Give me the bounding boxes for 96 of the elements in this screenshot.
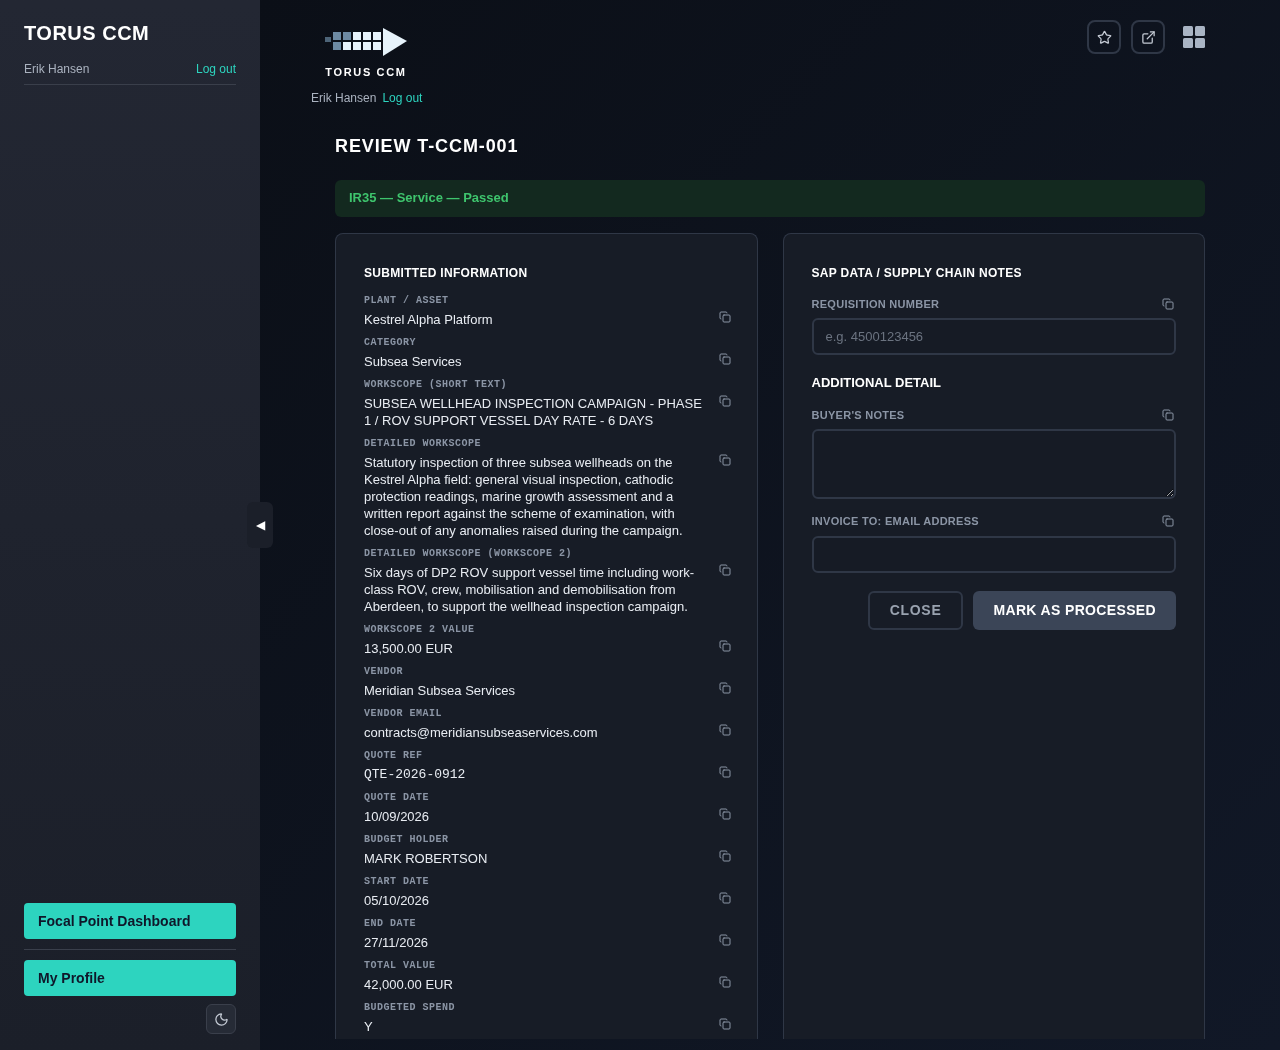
copy-button[interactable]: [716, 973, 733, 990]
field-label: BUDGETED SPEND: [364, 1001, 456, 1014]
field-value: Subsea Services: [364, 352, 463, 370]
page-title: REVIEW T-CCM-001: [335, 134, 520, 158]
copy-icon: [718, 639, 731, 652]
copy-button[interactable]: [716, 931, 733, 948]
field-label: BUDGET HOLDER: [364, 833, 450, 846]
copy-button[interactable]: [716, 679, 733, 696]
nav-button[interactable]: My Profile: [24, 960, 236, 996]
field-label: WORKSCOPE 2 VALUE: [364, 623, 476, 636]
open-external-button[interactable]: [1131, 20, 1165, 54]
copy-button[interactable]: [716, 451, 733, 468]
copy-button[interactable]: [716, 763, 733, 780]
field-value: 10/09/2026: [364, 807, 431, 825]
user-name: Erik Hansen: [311, 89, 377, 107]
field-label: VENDOR: [364, 665, 404, 678]
copy-icon: [718, 975, 731, 988]
field-label: QUOTE DATE: [364, 791, 430, 804]
copy-icon: [718, 891, 731, 904]
mark-processed-button[interactable]: MARK AS PROCESSED: [973, 590, 1176, 630]
field-value: SUBSEA WELLHEAD INSPECTION CAMPAIGN - PHASE 1 / ROV SUPPORT VESSEL DAY RATE - 6 DAYS: [364, 394, 703, 429]
theme-toggle-button[interactable]: [206, 1004, 236, 1034]
field-label: CATEGORY: [364, 336, 417, 349]
section-heading: ADDITIONAL DETAIL: [811, 374, 942, 392]
apps-grid-icon[interactable]: [1183, 26, 1205, 48]
copy-icon: [718, 681, 731, 694]
field-value: MARK ROBERTSON: [364, 849, 489, 867]
copy-icon: [1162, 297, 1174, 310]
copy-icon: [718, 1017, 731, 1030]
collapse-tab[interactable]: ◀: [247, 502, 273, 548]
card-heading: SUBMITTED INFORMATION: [364, 264, 529, 282]
copy-icon: [718, 723, 731, 736]
copy-button[interactable]: [716, 308, 733, 325]
copy-button[interactable]: [716, 889, 733, 906]
external-link-icon: [1140, 29, 1156, 45]
field-value: Statutory inspection of three subsea wellheads on the Kestrel Alpha field: general visual inspection, cathodic protection readings, marine growth assessment and a written report against the scheme of examination, with close-out of any anomalies raised during the campaign.: [364, 453, 684, 539]
field-label: TOTAL VALUE: [364, 959, 437, 972]
copy-icon: [718, 933, 731, 946]
field-value: 13,500.00 EUR: [364, 639, 454, 657]
copy-icon: [718, 310, 731, 323]
copy-icon: [718, 765, 731, 778]
field-label: END DATE: [364, 917, 417, 930]
logout-link[interactable]: Log out: [195, 60, 236, 78]
logo-text: TORUS CCM: [325, 65, 407, 80]
copy-button[interactable]: [1160, 406, 1176, 423]
field-value: contracts@meridiansubseaservices.com: [364, 723, 599, 741]
notes-field[interactable]: [811, 429, 1176, 499]
field-label: PLANT / ASSET: [364, 294, 450, 307]
card-heading: SAP DATA / SUPPLY CHAIN NOTES: [811, 264, 1023, 282]
field-label: DETAILED WORKSCOPE (WORKSCOPE 2): [364, 547, 574, 560]
field-label: QUOTE REF: [364, 749, 424, 762]
field-value: 27/11/2026: [364, 933, 430, 951]
copy-icon: [718, 807, 731, 820]
logout-link[interactable]: Log out: [382, 88, 423, 107]
field-label: DETAILED WORKSCOPE: [364, 437, 483, 450]
copy-icon: [1162, 515, 1174, 528]
copy-icon: [718, 563, 731, 576]
logo-arrow-icon: [325, 28, 407, 58]
input-field[interactable]: e.g. 4500123456: [811, 318, 1176, 355]
favorite-button[interactable]: [1087, 20, 1121, 54]
copy-button[interactable]: [716, 805, 733, 822]
copy-icon: [718, 453, 731, 466]
field-value: 42,000.00 EUR: [364, 975, 454, 993]
copy-button[interactable]: [716, 561, 733, 578]
field-value: QTE-2026-0912: [364, 765, 467, 783]
copy-button[interactable]: [716, 1015, 733, 1032]
field-value: 05/10/2026: [364, 891, 431, 909]
field-value: Kestrel Alpha Platform: [364, 310, 494, 328]
status-banner: IR35 — Service — Passed: [335, 179, 1205, 217]
field-label: INVOICE TO: EMAIL ADDRESS: [811, 514, 979, 529]
field-label: VENDOR EMAIL: [364, 707, 443, 720]
field-value: Six days of DP2 ROV support vessel time including work-class ROV, crew, mobilisation and demobilisation from Aberdeen, to support the wellhead inspection campaign.: [364, 563, 696, 615]
copy-icon: [718, 352, 731, 365]
close-button[interactable]: CLOSE: [867, 590, 964, 630]
copy-button[interactable]: [716, 350, 733, 367]
field-value: Y: [364, 1017, 374, 1035]
field-label: BUYER'S NOTES: [811, 407, 905, 423]
user-name: Erik Hansen: [24, 61, 90, 78]
copy-button[interactable]: [1160, 513, 1176, 530]
copy-icon: [718, 394, 731, 407]
sidebar-title: TORUS CCM: [24, 21, 151, 46]
copy-button[interactable]: [716, 721, 733, 738]
moon-icon: [213, 1011, 229, 1027]
copy-button[interactable]: [716, 847, 733, 864]
nav-button[interactable]: Focal Point Dashboard: [24, 903, 236, 939]
field-value: Meridian Subsea Services: [364, 681, 517, 699]
star-icon: [1096, 29, 1112, 45]
copy-icon: [1162, 408, 1174, 421]
field-label: START DATE: [364, 875, 430, 888]
copy-button[interactable]: [716, 637, 733, 654]
copy-icon: [718, 849, 731, 862]
copy-button[interactable]: [1160, 295, 1176, 312]
field-label: WORKSCOPE (SHORT TEXT): [364, 378, 509, 391]
input-field[interactable]: [811, 535, 1176, 573]
field-label: REQUISITION NUMBER: [811, 296, 940, 312]
copy-button[interactable]: [716, 392, 733, 409]
